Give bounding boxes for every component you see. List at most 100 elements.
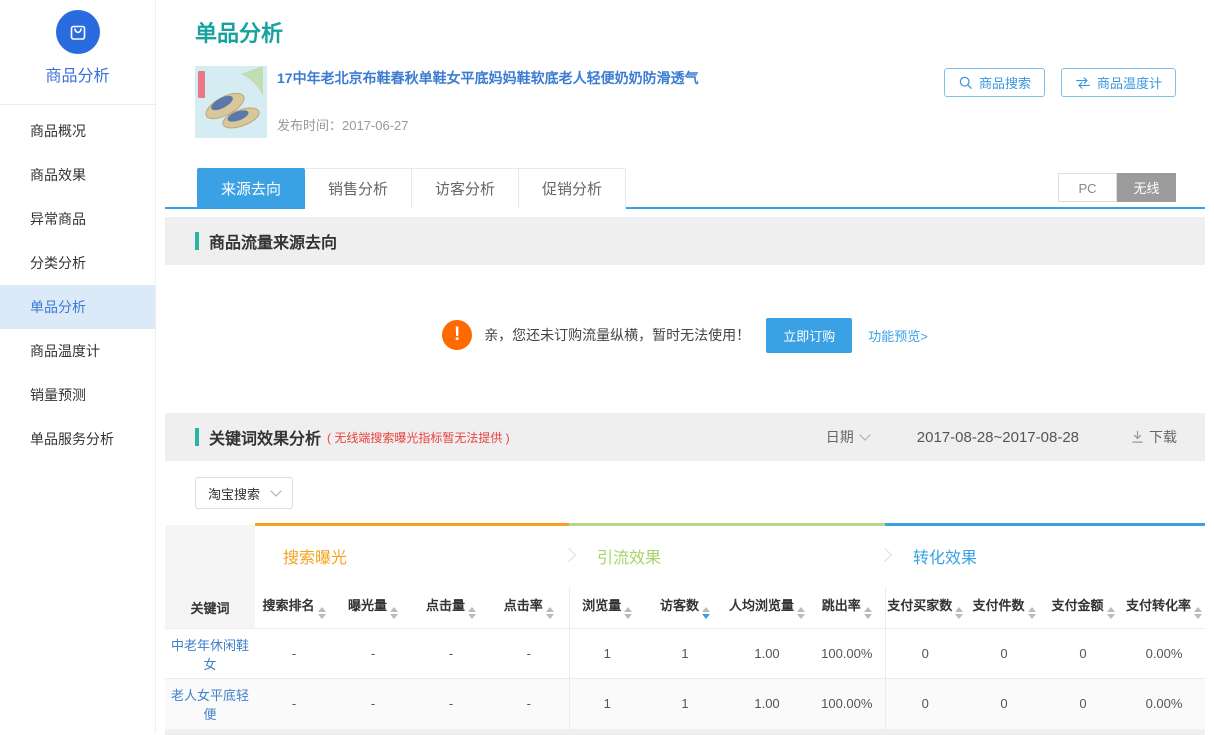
keyword-link[interactable]: 中老年休闲鞋女	[165, 629, 255, 679]
cell: 0	[965, 679, 1043, 729]
sidebar-item-single-item-service[interactable]: 单品服务分析	[0, 417, 155, 461]
sidebar: 商品分析 商品概况 商品效果 异常商品 分类分析 单品分析 商品温度计 销量预测…	[0, 0, 156, 733]
tabs-bar: 来源去向 销售分析 访客分析 促销分析 PC 无线	[165, 168, 1205, 209]
publish-time: 发布时间：2017-06-27	[277, 115, 699, 134]
shopping-bag-icon	[66, 20, 90, 44]
sort-icon	[1107, 607, 1115, 619]
group-traffic-effect: 引流效果	[569, 525, 885, 587]
feature-preview-link[interactable]: 功能预览>	[868, 326, 928, 345]
toggle-wireless[interactable]: 无线	[1117, 173, 1176, 202]
sort-icon	[797, 607, 805, 619]
sort-icon	[955, 607, 963, 619]
sort-icon	[1028, 607, 1036, 619]
cell: 1	[645, 629, 725, 679]
tab-promotion-analysis[interactable]: 促销分析	[519, 168, 626, 209]
sidebar-item-product-thermometer[interactable]: 商品温度计	[0, 329, 155, 373]
cell: -	[255, 629, 333, 679]
tab-sales-analysis[interactable]: 销售分析	[305, 168, 412, 209]
cell: -	[333, 629, 413, 679]
keyword-section-header: 关键词效果分析 ( 无线端搜索曝光指标暂无法提供 ) 日期 2017-08-28…	[165, 413, 1205, 461]
sidebar-item-sales-forecast[interactable]: 销量预测	[0, 373, 155, 417]
section-bar	[195, 428, 199, 446]
filter-row: 淘宝搜索	[165, 461, 1205, 523]
sidebar-item-category-analysis[interactable]: 分类分析	[0, 241, 155, 285]
next-section-edge	[165, 729, 1205, 735]
sidebar-item-abnormal-products[interactable]: 异常商品	[0, 197, 155, 241]
date-range: 2017-08-28~2017-08-28	[917, 429, 1079, 446]
tab-source-destination[interactable]: 来源去向	[197, 168, 305, 209]
cell: 1.00	[725, 629, 809, 679]
sidebar-item-single-item-analysis[interactable]: 单品分析	[0, 285, 155, 329]
toggle-pc[interactable]: PC	[1058, 173, 1117, 202]
page-title: 单品分析	[165, 0, 1205, 48]
sidebar-item-product-effect[interactable]: 商品效果	[0, 153, 155, 197]
table-row: 中老年休闲鞋女 - - - - 1 1 1.00 100.00% 0 0 0 0…	[165, 629, 1205, 679]
product-thermometer-button[interactable]: 商品温度计	[1061, 68, 1176, 97]
sidebar-menu: 商品概况 商品效果 异常商品 分类分析 单品分析 商品温度计 销量预测 单品服务…	[0, 105, 155, 461]
column-pageviews[interactable]: 浏览量	[569, 587, 645, 629]
compare-arrows-icon	[1075, 76, 1091, 90]
tab-visitor-analysis[interactable]: 访客分析	[412, 168, 519, 209]
date-dropdown[interactable]: 日期	[826, 427, 869, 447]
sort-icon	[624, 607, 632, 619]
cell: -	[255, 679, 333, 729]
device-toggle: PC 无线	[1058, 173, 1176, 202]
product-analysis-icon	[56, 10, 100, 54]
cell: 0.00%	[1123, 679, 1205, 729]
sort-icon	[546, 607, 554, 619]
channel-select[interactable]: 淘宝搜索	[195, 477, 293, 509]
table-group-header-row: 搜索曝光 引流效果 转化效果	[165, 525, 1205, 587]
section-bar	[195, 232, 199, 250]
download-button[interactable]: 下载	[1131, 427, 1177, 447]
column-keyword: 关键词	[165, 587, 255, 629]
column-avg-pageviews[interactable]: 人均浏览量	[725, 587, 809, 629]
product-title-link[interactable]: 17中年老北京布鞋春秋单鞋女平底妈妈鞋软底老人轻便奶奶防滑透气	[277, 68, 699, 88]
sort-icon	[468, 607, 476, 619]
sort-icon	[1194, 607, 1202, 619]
cell: 0	[885, 679, 965, 729]
cell: 0	[1043, 679, 1123, 729]
warning-text: 亲，您还未订购流量纵横，暂时无法使用！	[484, 325, 750, 345]
main-content: 单品分析 17中年老北京布鞋春秋单鞋女平底妈妈鞋软底老人轻便奶奶防滑透气 发布时…	[156, 0, 1214, 733]
column-bounce-rate[interactable]: 跳出率	[809, 587, 885, 629]
column-ctr[interactable]: 点击率	[489, 587, 569, 629]
flow-section-header: 商品流量来源去向	[165, 217, 1205, 265]
group-conversion-effect: 转化效果	[885, 525, 1205, 587]
keyword-link[interactable]: 老人女平底轻便	[165, 679, 255, 729]
flow-warning-panel: 亲，您还未订购流量纵横，暂时无法使用！ 立即订购 功能预览>	[165, 265, 1205, 405]
cell: 1	[569, 679, 645, 729]
cell: 0.00%	[1123, 629, 1205, 679]
product-search-button[interactable]: 商品搜索	[944, 68, 1045, 97]
column-visitors[interactable]: 访客数	[645, 587, 725, 629]
product-image[interactable]	[195, 66, 267, 138]
cell: 1	[645, 679, 725, 729]
column-clicks[interactable]: 点击量	[413, 587, 489, 629]
column-conversion-rate[interactable]: 支付转化率	[1123, 587, 1205, 629]
column-paid-items[interactable]: 支付件数	[965, 587, 1043, 629]
cell: -	[489, 679, 569, 729]
column-exposure[interactable]: 曝光量	[333, 587, 413, 629]
sort-icon	[702, 607, 710, 619]
keyword-section-title: 关键词效果分析	[209, 425, 321, 449]
warning-icon	[442, 320, 472, 350]
cell: 100.00%	[809, 629, 885, 679]
cell: -	[489, 629, 569, 679]
chevron-down-icon	[270, 485, 281, 496]
column-paid-amount[interactable]: 支付金额	[1043, 587, 1123, 629]
column-search-rank[interactable]: 搜索排名	[255, 587, 333, 629]
sidebar-title: 商品分析	[0, 62, 155, 86]
keyword-section-note: ( 无线端搜索曝光指标暂无法提供 )	[327, 429, 510, 446]
cell: 0	[1043, 629, 1123, 679]
sort-icon	[318, 607, 326, 619]
sidebar-item-product-overview[interactable]: 商品概况	[0, 109, 155, 153]
column-paid-buyers[interactable]: 支付买家数	[885, 587, 965, 629]
keyword-table: 搜索曝光 引流效果 转化效果 关键词 搜索排名 曝光量 点击量 点击率 浏览量 …	[165, 523, 1205, 729]
search-icon	[958, 75, 973, 90]
cell: 100.00%	[809, 679, 885, 729]
sidebar-header: 商品分析	[0, 0, 155, 105]
order-now-button[interactable]: 立即订购	[766, 318, 852, 353]
cell: -	[413, 629, 489, 679]
cell: 0	[965, 629, 1043, 679]
cell: 1	[569, 629, 645, 679]
table-row: 老人女平底轻便 - - - - 1 1 1.00 100.00% 0 0 0 0…	[165, 679, 1205, 729]
